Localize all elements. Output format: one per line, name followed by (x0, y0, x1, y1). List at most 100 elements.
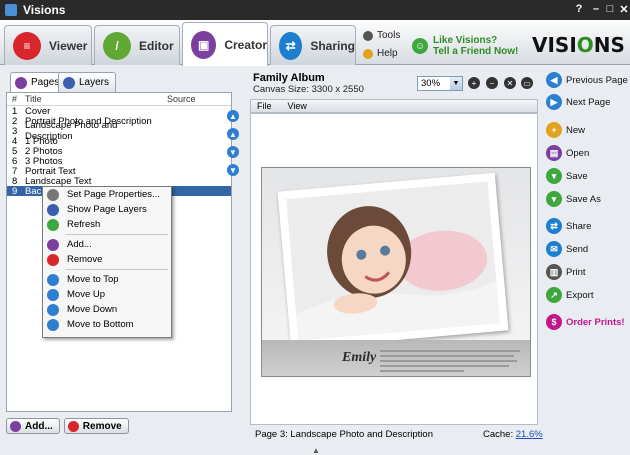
move-bottom-arrow-icon[interactable]: ▼ (227, 164, 239, 176)
menu-file[interactable]: File (251, 101, 282, 111)
tell-a-friend-link[interactable]: ☺ Like Visions? Tell a Friend Now! (412, 35, 518, 57)
menu-item-add[interactable]: Add... (43, 237, 171, 252)
menu-item-refresh[interactable]: Refresh (43, 217, 171, 232)
brand-text-1: VISI (532, 33, 577, 57)
previous-page-button[interactable]: ◀ Previous Page (546, 72, 628, 88)
open-button[interactable]: ▤ Open (546, 145, 589, 161)
action-label: Save (566, 170, 588, 182)
share-button[interactable]: ⇄ Share (546, 218, 591, 234)
menu-label: Move Down (67, 304, 118, 315)
zoom-actual-icon[interactable]: ▭ (521, 77, 533, 89)
menu-separator (65, 234, 168, 235)
save-button[interactable]: ▾ Save (546, 168, 588, 184)
col-source[interactable]: Source (167, 94, 217, 104)
move-top-icon (47, 273, 59, 286)
album-page[interactable]: Emily (261, 167, 531, 377)
album-header: Family Album Canvas Size: 3300 x 2550 (253, 72, 364, 95)
col-number[interactable]: # (7, 94, 25, 104)
new-button[interactable]: + New (546, 122, 585, 138)
list-header: # Title Source (7, 93, 231, 106)
order-prints-icon: $ (546, 314, 562, 330)
order-prints-button[interactable]: $ Order Prints! (546, 314, 625, 330)
cache-label: Cache: (483, 429, 514, 440)
tab-editor[interactable]: / Editor (94, 25, 180, 65)
chevron-down-icon[interactable]: ▼ (450, 77, 462, 90)
photo-frame[interactable] (277, 172, 509, 350)
action-label: Order Prints! (566, 316, 625, 328)
refresh-icon (47, 218, 59, 231)
list-item[interactable]: 8 Landscape Text (7, 176, 231, 187)
context-menu: Set Page Properties... Show Page Layers … (42, 186, 172, 338)
brand-text-o: O (576, 33, 594, 57)
menu-item-set-page-properties[interactable]: Set Page Properties... (43, 187, 171, 202)
cache-value-link[interactable]: 21.6% (516, 429, 543, 440)
tab-sharing[interactable]: ⇄ Sharing (270, 25, 356, 65)
window-title: Visions (23, 3, 66, 17)
zoom-fit-icon[interactable]: ✕ (504, 77, 516, 89)
help-window-button[interactable]: ? (572, 2, 586, 16)
zoom-out-icon[interactable]: − (486, 77, 498, 89)
action-label: Save As (566, 193, 601, 205)
list-buttons: Add... Remove (6, 418, 133, 434)
save-as-icon: ▾ (546, 191, 562, 207)
zoom-select[interactable]: 30% ▼ (417, 76, 463, 91)
tools-link[interactable]: Tools (363, 30, 400, 41)
list-item[interactable]: 63 Photos (7, 156, 231, 167)
menu-view[interactable]: View (282, 101, 317, 111)
help-label: Help (377, 48, 398, 59)
photo-caption: Emily (342, 350, 377, 365)
printer-icon: ▥ (546, 264, 562, 280)
list-item[interactable]: 3 Landscape Photo and Description (7, 120, 231, 142)
move-top-arrow-icon[interactable]: ▲ (227, 110, 239, 122)
layers-icon (63, 76, 75, 89)
list-item[interactable]: 52 Photos (7, 146, 231, 157)
promo-line-2: Tell a Friend Now! (433, 46, 519, 57)
tab-creator[interactable]: ▣ Creator (182, 22, 268, 66)
save-as-button[interactable]: ▾ Save As (546, 191, 601, 207)
action-label: Previous Page (566, 74, 628, 86)
canvas-menubar: File View (250, 99, 538, 113)
add-page-button[interactable]: Add... (6, 418, 60, 434)
tab-viewer[interactable]: ≡ Viewer (4, 25, 92, 65)
action-label: Share (566, 220, 592, 232)
brand-text-2: NS (593, 33, 625, 57)
add-label: Add... (25, 420, 53, 432)
remove-page-button[interactable]: Remove (63, 418, 129, 434)
print-button[interactable]: ▥ Print (546, 264, 586, 280)
arrow-right-icon: ▶ (546, 94, 562, 110)
list-item[interactable]: 7 Portrait Text (7, 166, 231, 177)
next-page-button[interactable]: ▶ Next Page (546, 94, 610, 110)
export-button[interactable]: ↗ Export (546, 287, 593, 303)
col-title[interactable]: Title (25, 94, 167, 104)
menu-item-move-up[interactable]: Move Up (43, 287, 171, 302)
album-title: Family Album (253, 72, 325, 84)
zoom-in-icon[interactable]: + (468, 77, 480, 89)
menu-item-move-to-top[interactable]: Move to Top (43, 272, 171, 287)
menu-item-remove[interactable]: Remove (43, 252, 171, 267)
menu-label: Refresh (67, 219, 101, 230)
menu-label: Move to Top (67, 274, 119, 285)
send-button[interactable]: ✉ Send (546, 241, 588, 257)
move-bottom-icon (47, 318, 59, 331)
menu-item-move-to-bottom[interactable]: Move to Bottom (43, 317, 171, 332)
menu-item-show-page-layers[interactable]: Show Page Layers (43, 202, 171, 217)
canvas-area[interactable]: Emily (250, 113, 538, 425)
new-document-icon: + (546, 122, 562, 138)
child-photo (286, 181, 500, 341)
help-link[interactable]: Help (363, 48, 398, 59)
remove-label: Remove (82, 420, 122, 432)
row-number: 9 (12, 185, 18, 197)
list-item[interactable]: 1 Cover (7, 106, 231, 117)
maximize-button[interactable]: □ (603, 2, 617, 16)
move-down-arrow-icon[interactable]: ▼ (227, 146, 239, 158)
menu-label: Add... (67, 239, 92, 250)
cache-status: Cache: 21.6% (483, 429, 543, 440)
splitter-grip-icon[interactable]: ▲ (312, 446, 320, 455)
close-button[interactable]: ✕ (617, 2, 630, 16)
action-label: Send (566, 243, 589, 255)
tab-layers[interactable]: Layers (58, 72, 117, 92)
minimize-button[interactable]: – (589, 2, 603, 16)
move-up-arrow-icon[interactable]: ▲ (227, 128, 239, 140)
list-item[interactable]: 41 Photo (7, 136, 231, 147)
menu-item-move-down[interactable]: Move Down (43, 302, 171, 317)
